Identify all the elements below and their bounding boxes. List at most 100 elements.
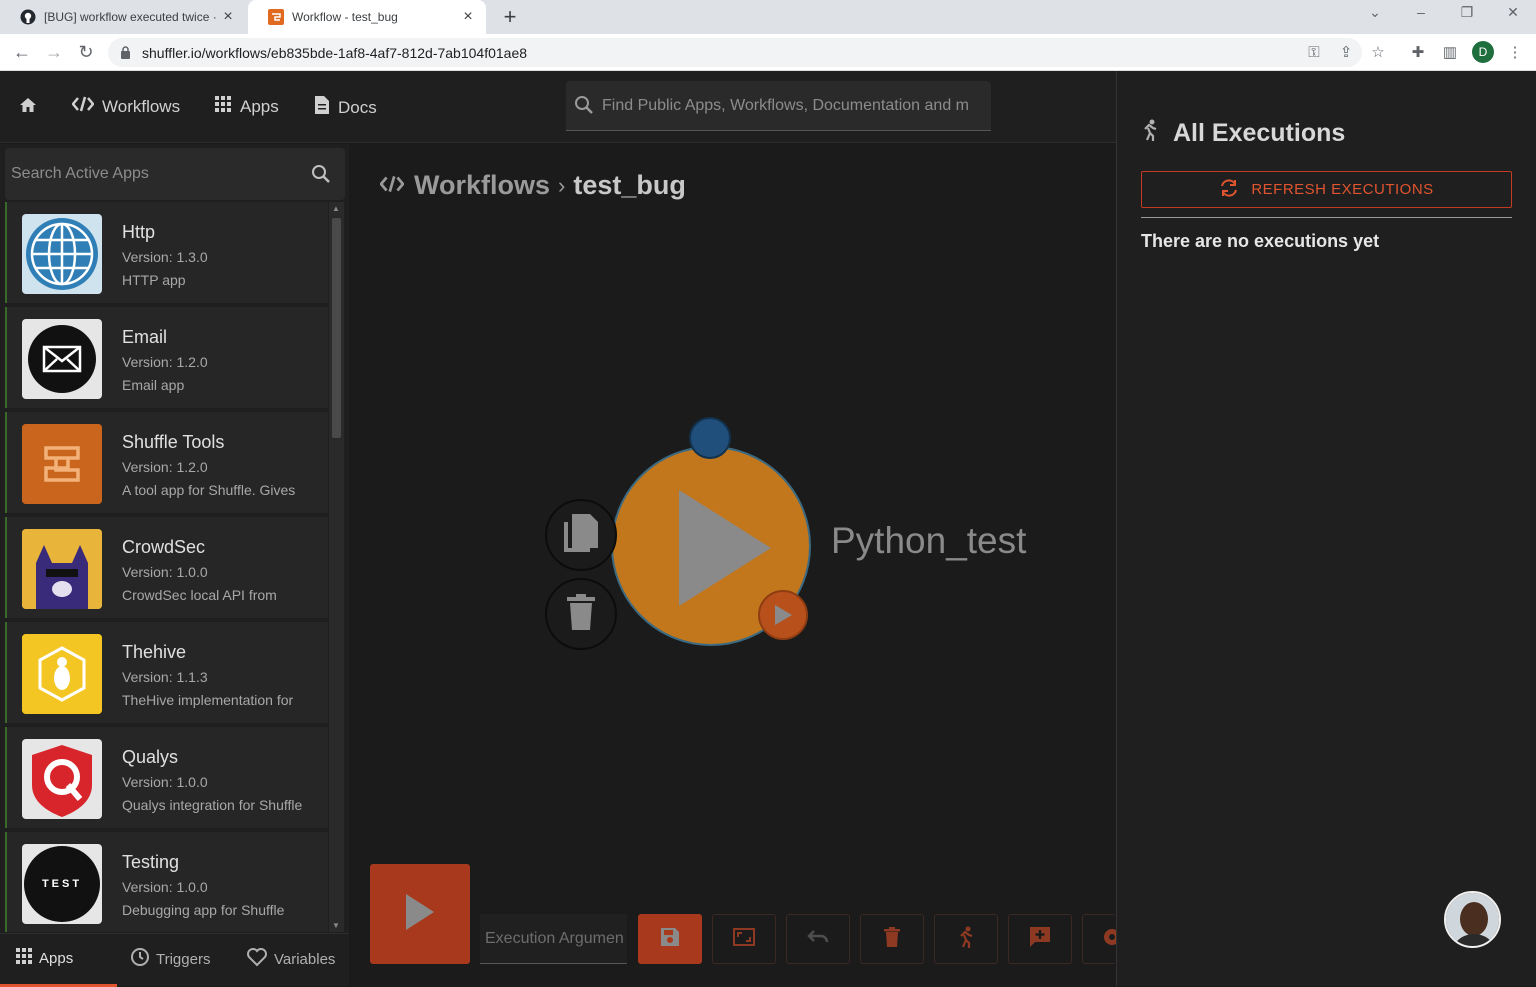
profile-avatar[interactable]: D <box>1472 41 1494 63</box>
app-card-testing[interactable]: TEST Testing Version: 1.0.0 Debugging ap… <box>5 832 328 932</box>
nav-apps[interactable]: Apps <box>214 95 279 118</box>
tab-variables-label: Variables <box>274 950 336 968</box>
search-icon <box>574 95 594 120</box>
tab-search-icon[interactable]: ⌄ <box>1363 4 1387 21</box>
restore-icon[interactable]: ❐ <box>1455 4 1479 21</box>
side-panel-icon[interactable]: ▥ <box>1440 42 1460 62</box>
delete-button[interactable] <box>860 914 924 964</box>
app-card-qualys[interactable]: Qualys Version: 1.0.0 Qualys integration… <box>5 727 328 828</box>
fit-to-screen-button[interactable] <box>712 914 776 964</box>
share-icon[interactable]: ⇪ <box>1336 42 1356 62</box>
menu-dots-icon[interactable]: ⋮ <box>1505 42 1525 62</box>
app-description: TheHive implementation for <box>122 692 294 708</box>
node-label: Python_test <box>831 520 1027 561</box>
running-person-icon <box>957 926 975 953</box>
close-tab-icon[interactable]: × <box>460 8 476 26</box>
close-tab-icon[interactable]: × <box>220 8 236 26</box>
apps-grid-icon <box>15 947 39 969</box>
app-card-crowdsec[interactable]: CrowdSec Version: 1.0.0 CrowdSec local A… <box>5 517 328 618</box>
app-sidebar: Search Active Apps Http Version: 1.3.0 H… <box>0 144 349 987</box>
copy-icon <box>562 512 600 559</box>
bookmark-star-icon[interactable]: ☆ <box>1368 42 1388 62</box>
address-bar-row: ← → ↻ shuffler.io/workflows/eb835bde-1af… <box>0 34 1536 71</box>
key-icon[interactable]: ⚿ <box>1304 42 1324 62</box>
tab-title: Workflow - test_bug <box>292 10 398 24</box>
breadcrumb-separator: › <box>558 172 566 198</box>
global-search-input[interactable]: Find Public Apps, Workflows, Documentati… <box>566 81 991 131</box>
reload-icon[interactable]: ↻ <box>74 40 98 64</box>
close-window-icon[interactable]: ✕ <box>1501 4 1525 21</box>
app-version: Version: 1.2.0 <box>122 354 208 370</box>
docs-icon <box>314 95 338 120</box>
back-icon[interactable]: ← <box>10 40 34 64</box>
add-comment-button[interactable] <box>1008 914 1072 964</box>
app-list: Http Version: 1.3.0 HTTP app Email Versi… <box>5 202 328 932</box>
search-active-apps-placeholder: Search Active Apps <box>11 165 149 182</box>
url-text: shuffler.io/workflows/eb835bde-1af8-4af7… <box>142 44 528 61</box>
execution-argument-placeholder: Execution Argumen <box>485 929 624 947</box>
extensions-icon[interactable]: ✚ <box>1408 42 1428 62</box>
refresh-executions-label: REFRESH EXECUTIONS <box>1251 181 1434 198</box>
scroll-down-icon[interactable]: ▼ <box>332 921 340 930</box>
start-node-badge[interactable] <box>758 590 808 640</box>
save-icon <box>660 927 680 952</box>
app-description: HTTP app <box>122 272 186 288</box>
node-connector-handle[interactable] <box>689 417 731 459</box>
search-active-apps-input[interactable]: Search Active Apps <box>5 148 345 200</box>
breadcrumb-workflows-link[interactable]: Workflows <box>414 170 550 201</box>
tab-variables[interactable]: Variables <box>246 947 335 971</box>
add-comment-icon <box>1029 926 1051 953</box>
settings-button[interactable] <box>1082 914 1116 964</box>
search-icon[interactable] <box>311 164 331 189</box>
browser-tab-workflow[interactable]: Workflow - test_bug × <box>248 0 486 34</box>
url-field[interactable]: shuffler.io/workflows/eb835bde-1af8-4af7… <box>108 38 1362 67</box>
chat-support-avatar[interactable] <box>1444 891 1501 948</box>
app-name: Thehive <box>122 642 187 662</box>
email-logo-icon <box>22 319 102 399</box>
workflows-icon <box>379 170 405 201</box>
shuffle-app: Workflows Apps Docs Find Public Apps, Wo… <box>0 71 1536 987</box>
save-button[interactable] <box>638 914 702 964</box>
app-description: Email app <box>122 377 185 393</box>
execute-workflow-button[interactable] <box>370 864 470 964</box>
scroll-up-icon[interactable]: ▲ <box>332 204 340 213</box>
app-card-http[interactable]: Http Version: 1.3.0 HTTP app <box>5 202 328 303</box>
shuffle-favicon <box>268 9 284 25</box>
app-name: Testing <box>122 852 180 872</box>
empty-executions-message: There are no executions yet <box>1141 231 1380 251</box>
copy-node-button[interactable] <box>545 499 617 571</box>
home-button[interactable] <box>18 95 46 120</box>
refresh-executions-button[interactable]: REFRESH EXECUTIONS <box>1141 171 1512 208</box>
app-list-scrollbar[interactable]: ▲ ▼ <box>329 202 344 932</box>
refresh-icon <box>1219 178 1251 202</box>
workflow-canvas[interactable]: Workflows › test_bug Python_test Executi… <box>350 144 1116 986</box>
scrollbar-thumb[interactable] <box>332 218 341 438</box>
tab-triggers[interactable]: Triggers <box>130 947 210 971</box>
running-person-icon <box>1141 118 1173 149</box>
nav-workflows[interactable]: Workflows <box>71 95 180 118</box>
breadcrumb: Workflows › test_bug <box>379 170 686 201</box>
app-card-shuffle-tools[interactable]: Shuffle Tools Version: 1.2.0 A tool app … <box>5 412 328 513</box>
app-name: Qualys <box>122 747 179 767</box>
delete-node-button[interactable] <box>545 578 617 650</box>
nav-docs[interactable]: Docs <box>314 95 377 120</box>
app-version: Version: 1.1.3 <box>122 669 208 685</box>
undo-button[interactable] <box>786 914 850 964</box>
heart-icon <box>246 947 274 971</box>
minimize-icon[interactable]: – <box>1409 4 1433 20</box>
app-version: Version: 1.0.0 <box>122 879 208 895</box>
app-card-thehive[interactable]: Thehive Version: 1.1.3 TheHive implement… <box>5 622 328 723</box>
executions-button[interactable] <box>934 914 998 964</box>
play-icon <box>404 892 436 937</box>
new-tab-icon[interactable]: + <box>498 4 522 30</box>
execution-argument-input[interactable]: Execution Argumen <box>480 914 627 964</box>
executions-panel: All Executions REFRESH EXECUTIONS There … <box>1116 71 1536 986</box>
undo-icon <box>807 929 829 950</box>
forward-icon[interactable]: → <box>42 40 66 64</box>
tab-title: [BUG] workflow executed twice · <box>44 10 217 24</box>
executions-title-text: All Executions <box>1173 119 1346 147</box>
browser-tab-github[interactable]: [BUG] workflow executed twice · × <box>0 0 246 34</box>
nav-docs-label: Docs <box>338 97 377 117</box>
app-card-email[interactable]: Email Version: 1.2.0 Email app <box>5 307 328 408</box>
tab-apps[interactable]: Apps <box>15 947 73 969</box>
